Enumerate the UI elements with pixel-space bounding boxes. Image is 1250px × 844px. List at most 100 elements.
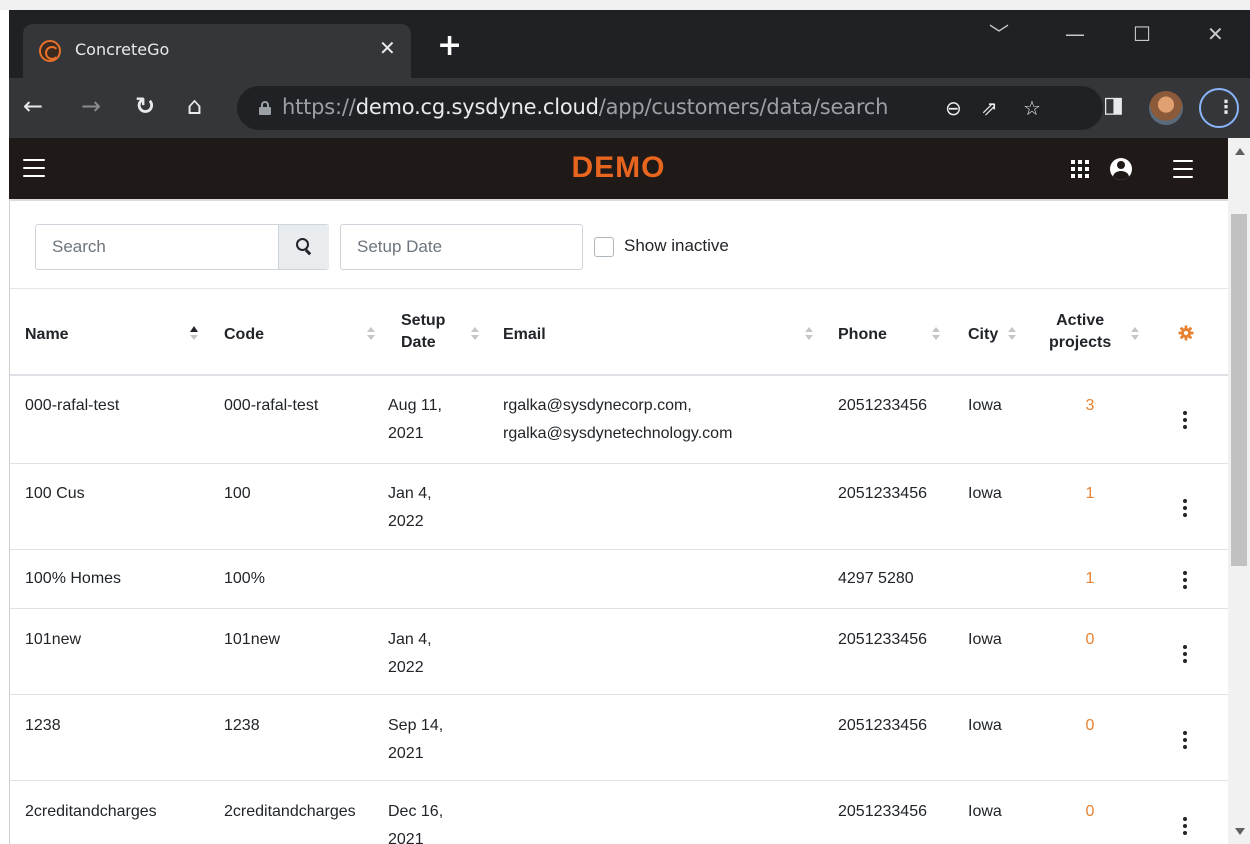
show-inactive-label[interactable]: Show inactive [624, 236, 729, 256]
cell-active-projects[interactable]: 0 [1070, 713, 1110, 739]
show-inactive-checkbox[interactable] [594, 237, 614, 257]
minimize-icon[interactable]: — [1065, 22, 1085, 46]
table-row[interactable]: 2creditandcharges 2creditandcharges Dec … [10, 781, 1228, 844]
search-icon [296, 238, 309, 251]
tab-close-icon[interactable]: ✕ [379, 36, 396, 60]
side-panel-icon[interactable]: ◨ [1103, 92, 1124, 120]
concretego-favicon-icon [39, 40, 61, 62]
cell-setup-date: Jan 4, [388, 485, 432, 502]
browser-toolbar: ← → ↻ ⌂ https://demo.cg.sysdyne.cloud/ap… [9, 78, 1250, 138]
reload-icon[interactable]: ↻ [135, 92, 155, 120]
cell-active-projects[interactable]: 1 [1070, 566, 1110, 592]
cell-setup-date: 2021 [388, 425, 424, 442]
table-row[interactable]: 100% Homes 100% 4297 5280 1 [10, 550, 1228, 609]
maximize-icon[interactable]: ☐ [1133, 22, 1151, 46]
cell-phone: 2051233456 [838, 485, 927, 502]
table-row[interactable]: 1238 1238 Sep 14, 2021 2051233456 Iowa 0 [10, 695, 1228, 781]
cell-phone: 2051233456 [838, 803, 927, 820]
filters-divider [10, 288, 1228, 289]
column-header-text: projects [1049, 334, 1112, 351]
cell-email: rgalka@sysdynetechnology.com [503, 425, 733, 442]
user-circle-icon[interactable] [1110, 158, 1132, 180]
row-actions-icon[interactable] [1182, 499, 1188, 517]
cell-code: 2creditandcharges [224, 803, 356, 820]
home-icon[interactable]: ⌂ [187, 92, 202, 120]
scrollbar-thumb[interactable] [1231, 214, 1247, 566]
column-header-name[interactable]: Name [25, 324, 69, 346]
column-header-phone[interactable]: Phone [838, 324, 887, 346]
row-actions-icon[interactable] [1182, 411, 1188, 429]
search-button[interactable] [278, 225, 329, 269]
bookmark-star-icon[interactable]: ☆ [1023, 96, 1041, 120]
cell-name[interactable]: 101new [25, 627, 81, 653]
sort-icon[interactable] [1008, 327, 1016, 341]
cell-name[interactable]: 000-rafal-test [25, 393, 119, 419]
cell-active-projects[interactable]: 0 [1070, 799, 1110, 825]
row-actions-icon[interactable] [1182, 731, 1188, 749]
browser-tab[interactable]: ConcreteGo ✕ [23, 24, 411, 80]
cell-city: Iowa [968, 631, 1002, 648]
cell-name[interactable]: 1238 [25, 713, 61, 739]
tab-title: ConcreteGo [75, 40, 170, 59]
column-header-email[interactable]: Email [503, 324, 546, 346]
window-close-icon[interactable]: ✕ [1207, 22, 1224, 46]
address-bar[interactable]: https://demo.cg.sysdyne.cloud/app/custom… [237, 86, 1103, 130]
sort-icon[interactable] [932, 327, 940, 341]
cell-name[interactable]: 100% Homes [25, 566, 121, 592]
browser-tab-bar: ConcreteGo ✕ + ﹀ — ☐ ✕ [9, 10, 1250, 80]
cell-phone: 4297 5280 [838, 570, 914, 587]
column-header-code[interactable]: Code [224, 324, 264, 346]
page-scrollbar[interactable] [1228, 138, 1250, 844]
cell-active-projects[interactable]: 0 [1070, 627, 1110, 653]
profile-avatar[interactable] [1149, 91, 1183, 125]
sort-icon[interactable] [471, 327, 479, 341]
scroll-up-arrow-icon[interactable] [1235, 148, 1245, 155]
cell-code: 000-rafal-test [224, 397, 319, 414]
cell-code: 100% [224, 570, 265, 587]
cell-code: 101new [224, 631, 281, 648]
column-header-city[interactable]: City [968, 324, 998, 346]
cell-active-projects[interactable]: 1 [1070, 481, 1110, 507]
sort-icon[interactable] [805, 327, 813, 341]
search-input[interactable] [36, 225, 278, 269]
new-tab-icon[interactable]: + [437, 31, 462, 61]
back-arrow-icon[interactable]: ← [23, 92, 43, 120]
row-actions-icon[interactable] [1182, 817, 1188, 835]
cell-setup-date: Jan 4, [388, 631, 432, 648]
column-header-active-projects[interactable]: Active projects [1049, 310, 1111, 354]
scroll-down-arrow-icon[interactable] [1235, 828, 1245, 835]
cell-email: rgalka@sysdynecorp.com, [503, 397, 692, 414]
cell-code: 1238 [224, 717, 260, 734]
table-row[interactable]: 100 Cus 100 Jan 4, 2022 2051233456 Iowa … [10, 464, 1228, 550]
column-settings-gear-icon[interactable] [1178, 325, 1194, 341]
apps-grid-icon[interactable] [1071, 160, 1089, 178]
cell-phone: 2051233456 [838, 717, 927, 734]
lock-icon [259, 101, 271, 115]
brand-logo[interactable]: DEMO [9, 151, 1228, 185]
table-row[interactable]: 101new 101new Jan 4, 2022 2051233456 Iow… [10, 609, 1228, 695]
url-text[interactable]: https://demo.cg.sysdyne.cloud/app/custom… [282, 95, 888, 119]
setup-date-input[interactable] [340, 224, 583, 270]
app-header: DEMO [9, 138, 1228, 201]
cell-active-projects[interactable]: 3 [1070, 393, 1110, 419]
sort-icon[interactable] [367, 327, 375, 341]
menu-icon[interactable] [1173, 160, 1193, 178]
cell-setup-date: 2022 [388, 513, 424, 530]
cell-name[interactable]: 100 Cus [25, 481, 85, 507]
sort-asc-icon[interactable] [190, 326, 198, 341]
column-header-text: Date [401, 334, 436, 351]
table-row[interactable]: 000-rafal-test 000-rafal-test Aug 11, 20… [10, 376, 1228, 464]
share-icon[interactable]: ⇗ [981, 96, 998, 120]
tab-search-chevron-icon[interactable]: ﹀ [989, 22, 1009, 46]
cell-name[interactable]: 2creditandcharges [25, 799, 157, 825]
cell-city: Iowa [968, 485, 1002, 502]
row-actions-icon[interactable] [1182, 645, 1188, 663]
browser-menu-button[interactable]: ⋮ [1199, 88, 1239, 128]
cell-city: Iowa [968, 717, 1002, 734]
column-header-setup-date[interactable]: Setup Date [401, 310, 445, 354]
sort-icon[interactable] [1131, 327, 1139, 341]
row-actions-icon[interactable] [1182, 571, 1188, 589]
zoom-icon[interactable]: ⊖ [945, 96, 962, 120]
forward-arrow-icon[interactable]: → [81, 92, 101, 120]
column-header-text: Active [1056, 312, 1105, 329]
